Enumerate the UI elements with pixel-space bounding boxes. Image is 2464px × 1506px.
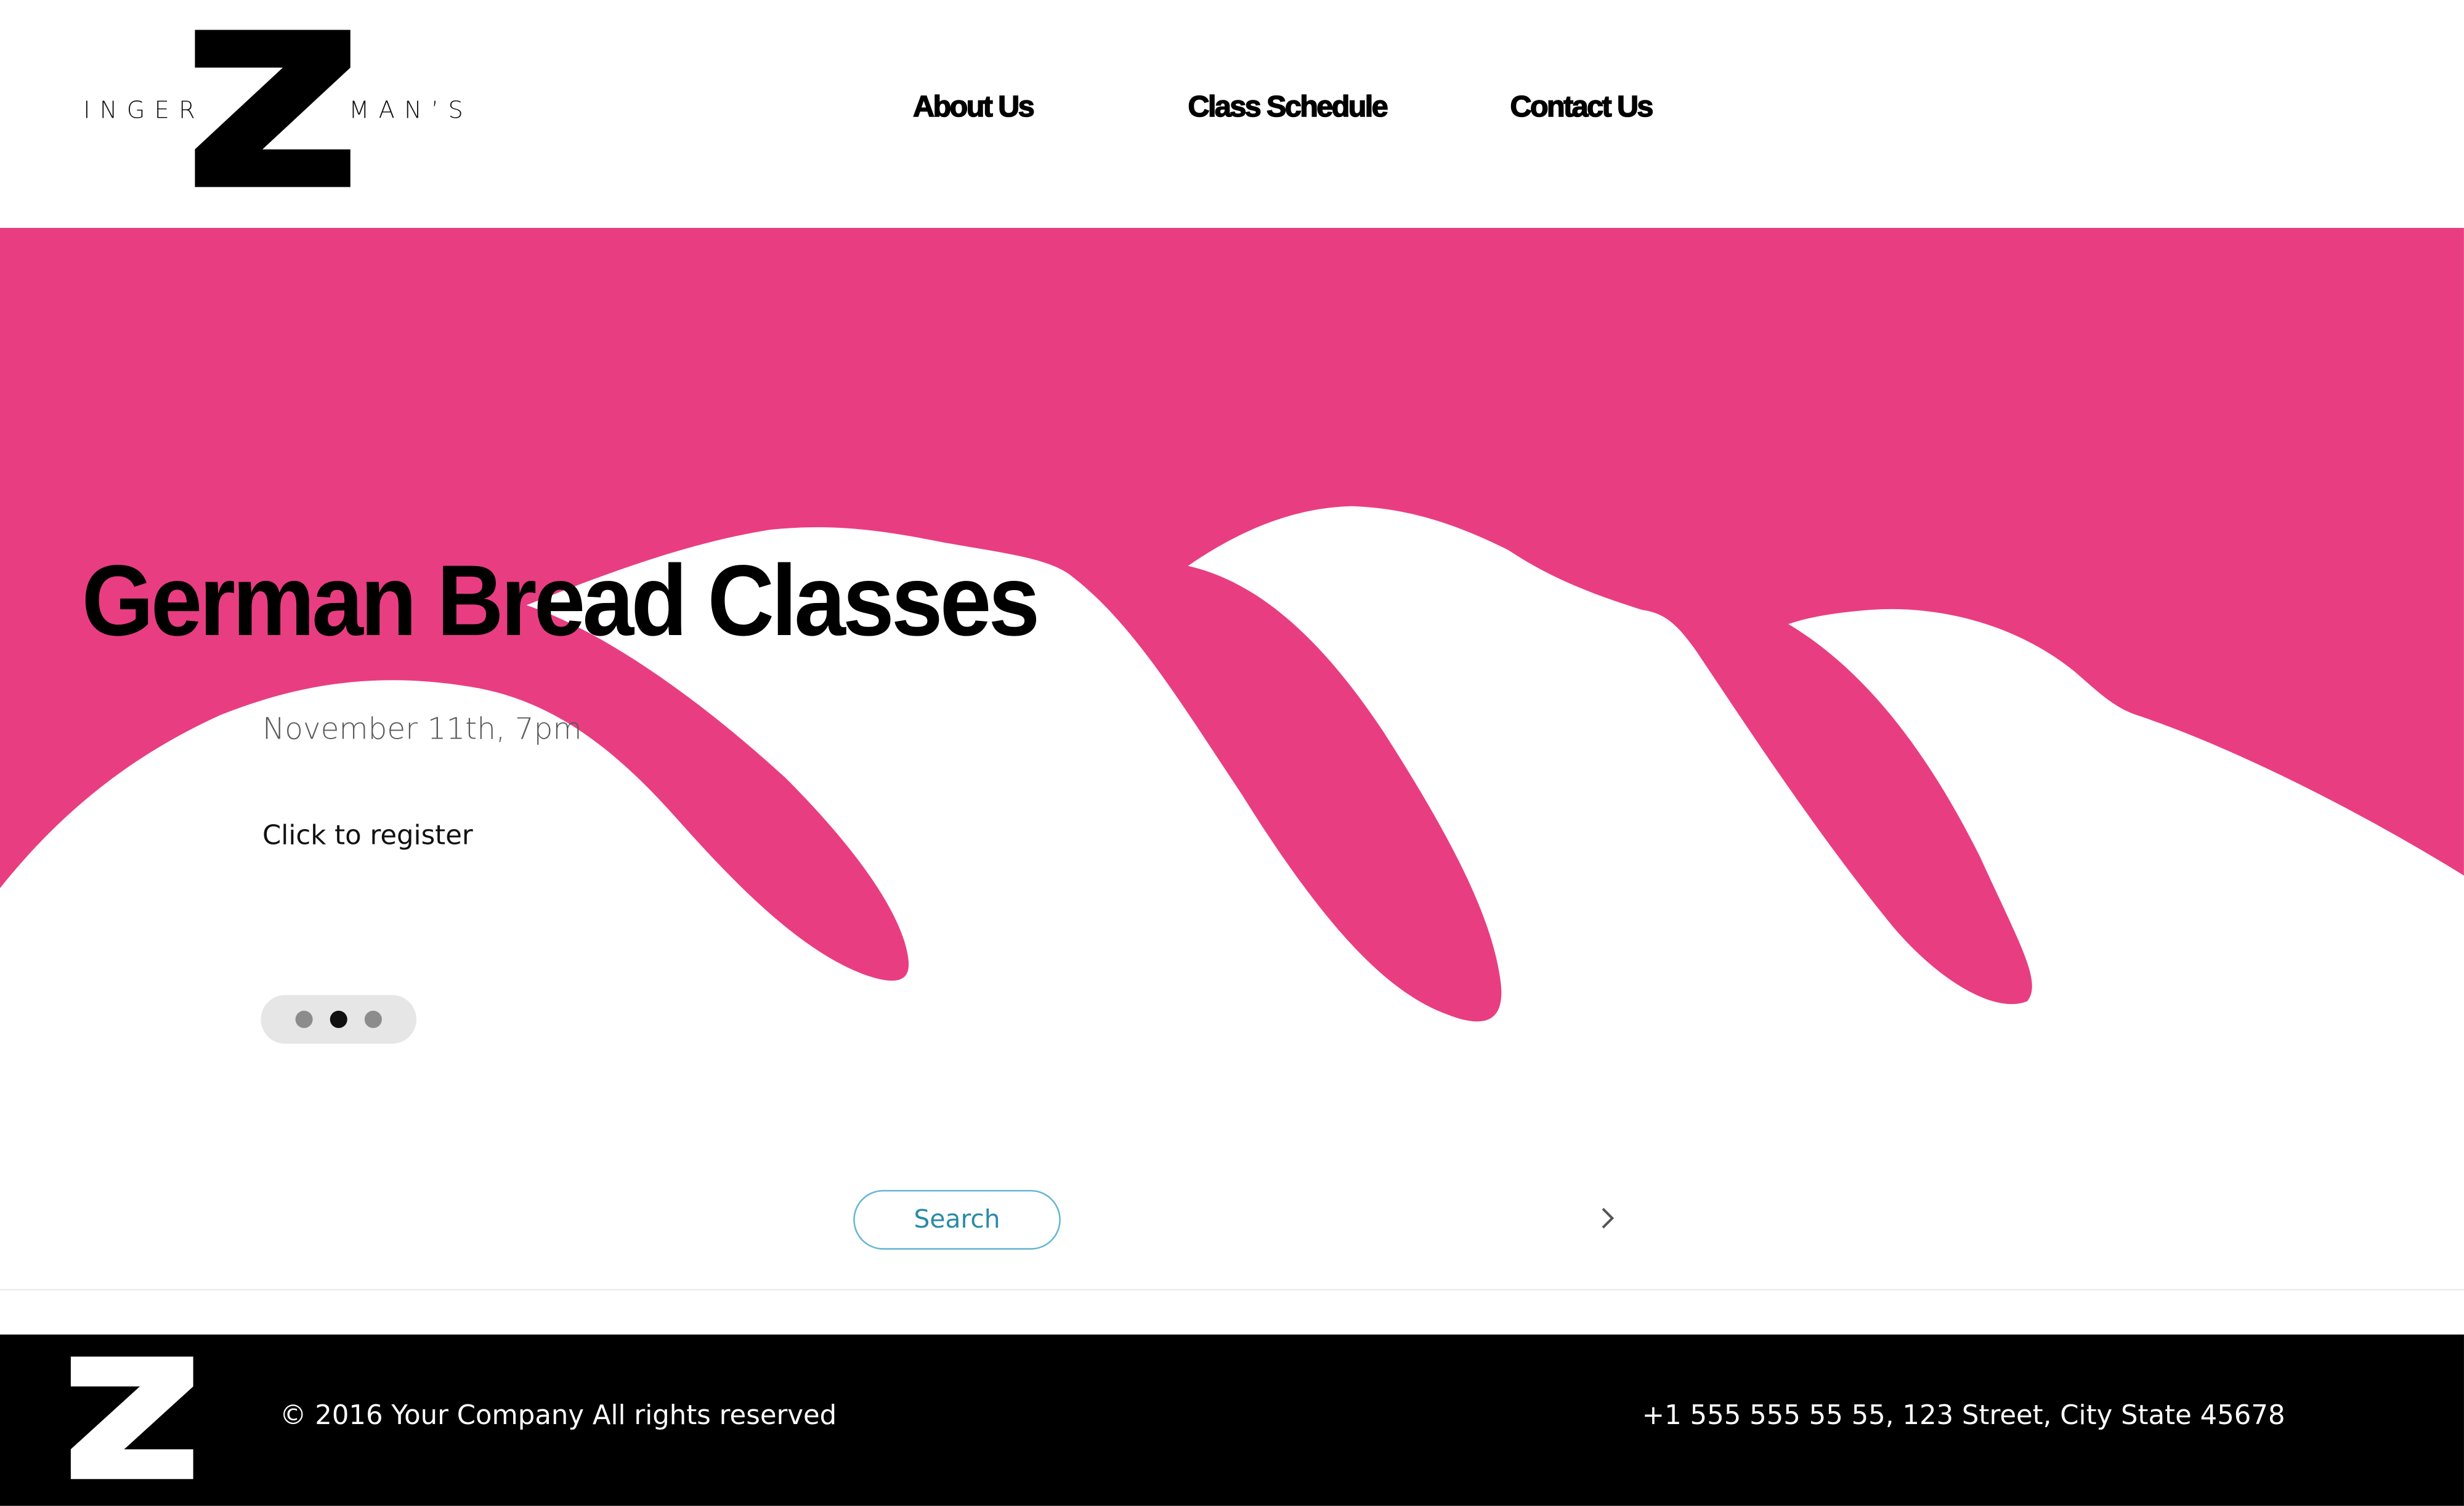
logo-left-text: INGER <box>83 95 205 124</box>
nav-contact-us[interactable]: Contact Us <box>1510 91 1654 126</box>
page: INGER MAN’S About Us Class Schedule Cont… <box>0 0 2464 1506</box>
search-button[interactable]: Search <box>853 1189 1061 1250</box>
footer-divider <box>0 1289 2464 1291</box>
site-footer: © 2016 Your Company All rights reserved … <box>0 1334 2464 1506</box>
logo-right-text: MAN’S <box>349 95 473 124</box>
contact-info: +1 555 555 55 55, 123 Street, City State… <box>1642 1400 2285 1432</box>
copyright-text: © 2016 Your Company All rights reserved <box>280 1400 837 1432</box>
nav-class-schedule[interactable]: Class Schedule <box>1188 91 1389 126</box>
register-link[interactable]: Click to register <box>262 820 473 852</box>
slide-dot-2-active[interactable] <box>330 1010 347 1029</box>
footer-logo-z-mark[interactable] <box>70 1356 193 1480</box>
slide-dot-3[interactable] <box>364 1010 382 1029</box>
site-header: INGER MAN’S About Us Class Schedule Cont… <box>0 0 2464 229</box>
bread-illustration <box>0 228 2464 1109</box>
site-logo[interactable]: INGER MAN’S <box>0 0 503 220</box>
logo-z-mark <box>195 30 351 187</box>
hero-slideshow: German Bread Classes November 11th, 7pm … <box>0 228 2464 1109</box>
chevron-right-icon[interactable] <box>1597 1204 1619 1233</box>
slide-dot-1[interactable] <box>295 1010 313 1029</box>
hero-title: German Bread Classes <box>81 543 1040 657</box>
event-date: November 11th, 7pm <box>262 712 582 747</box>
slide-pager <box>261 995 417 1044</box>
nav-about-us[interactable]: About Us <box>912 91 1035 126</box>
